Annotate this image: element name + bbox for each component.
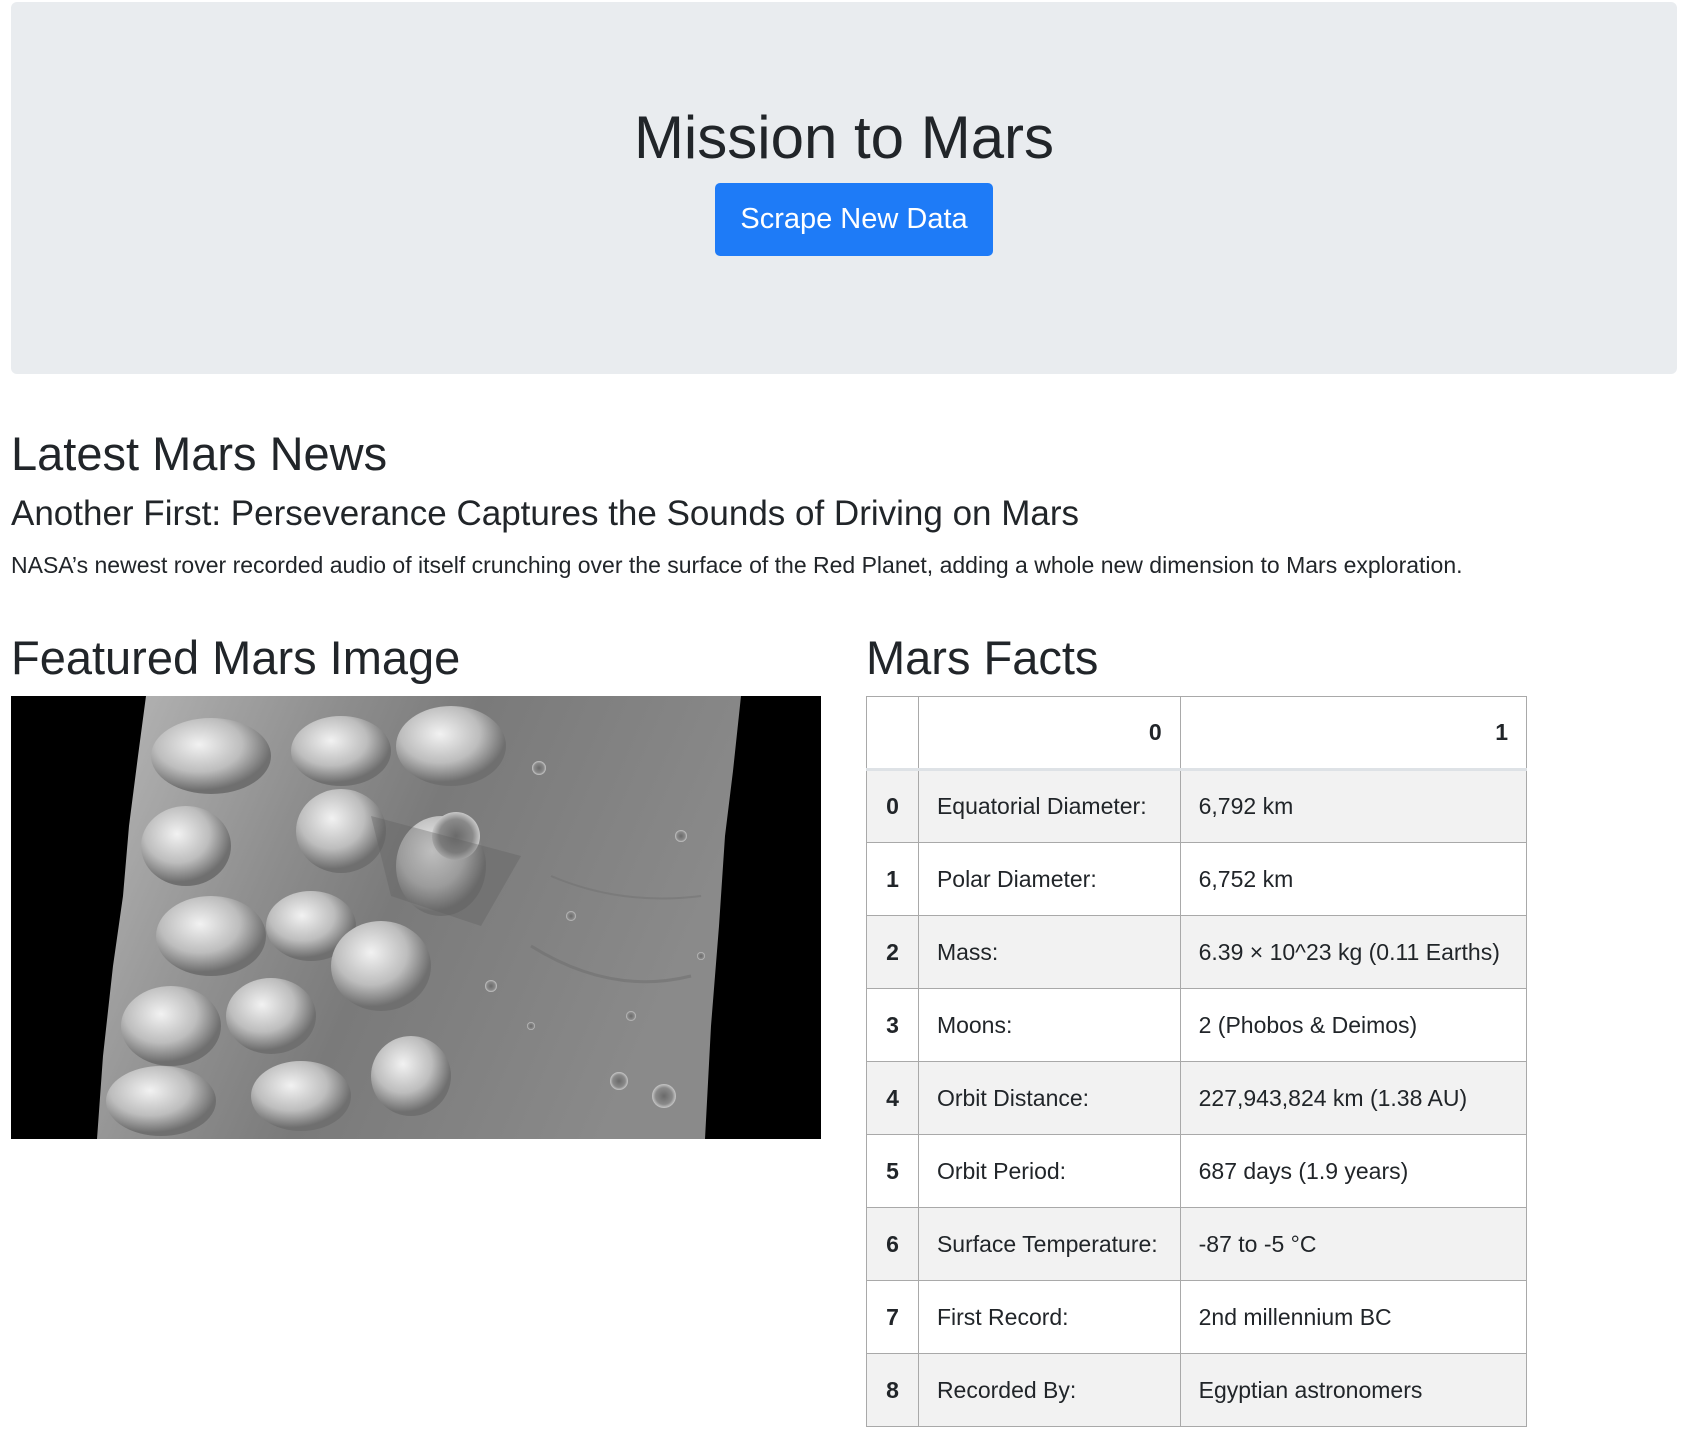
table-row: 4 Orbit Distance: 227,943,824 km (1.38 A… xyxy=(866,1061,1528,1135)
page-title: Mission to Mars xyxy=(633,104,1055,171)
latest-news-heading: Latest Mars News xyxy=(11,427,388,480)
fact-value: -87 to -5 °C xyxy=(1179,1207,1528,1281)
news-teaser: NASA’s newest rover recorded audio of it… xyxy=(11,552,1463,578)
row-index: 4 xyxy=(866,1061,919,1135)
table-row: 5 Orbit Period: 687 days (1.9 years) xyxy=(866,1134,1528,1208)
table-row: 6 Surface Temperature: -87 to -5 °C xyxy=(866,1207,1528,1281)
column-header-index xyxy=(866,696,919,771)
row-index: 8 xyxy=(866,1353,919,1427)
table-row: 7 First Record: 2nd millennium BC xyxy=(866,1280,1528,1354)
fact-value: 6,752 km xyxy=(1179,842,1528,916)
row-index: 5 xyxy=(866,1134,919,1208)
fact-value: 2 (Phobos & Deimos) xyxy=(1179,988,1528,1062)
fact-label: Surface Temperature: xyxy=(917,1207,1181,1281)
mars-facts-table: 0 1 0 Equatorial Diameter: 6,792 km 1 Po… xyxy=(866,696,1528,1427)
fact-value: 6.39 × 10^23 kg (0.11 Earths) xyxy=(1179,915,1528,989)
row-index: 7 xyxy=(866,1280,919,1354)
table-row: 8 Recorded By: Egyptian astronomers xyxy=(866,1353,1528,1427)
fact-value: Egyptian astronomers xyxy=(1179,1353,1528,1427)
featured-image-heading: Featured Mars Image xyxy=(11,631,461,684)
column-header-0: 0 xyxy=(917,696,1181,771)
row-index: 1 xyxy=(866,842,919,916)
mars-facts-heading: Mars Facts xyxy=(866,631,1099,684)
table-row: 0 Equatorial Diameter: 6,792 km xyxy=(866,769,1528,843)
scrape-new-data-button[interactable]: Scrape New Data xyxy=(715,183,993,256)
fact-label: Equatorial Diameter: xyxy=(917,769,1181,843)
fact-label: Mass: xyxy=(917,915,1181,989)
news-title: Another First: Perseverance Captures the… xyxy=(11,494,1079,533)
jumbotron-header: Mission to Mars Scrape New Data xyxy=(11,2,1677,374)
table-row: 2 Mass: 6.39 × 10^23 kg (0.11 Earths) xyxy=(866,915,1528,989)
row-index: 6 xyxy=(866,1207,919,1281)
fact-value: 6,792 km xyxy=(1179,769,1528,843)
featured-mars-image xyxy=(11,696,821,1139)
fact-label: Orbit Period: xyxy=(917,1134,1181,1208)
fact-value: 2nd millennium BC xyxy=(1179,1280,1528,1354)
table-header-row: 0 1 xyxy=(866,696,1528,771)
fact-value: 227,943,824 km (1.38 AU) xyxy=(1179,1061,1528,1135)
row-index: 2 xyxy=(866,915,919,989)
table-row: 3 Moons: 2 (Phobos & Deimos) xyxy=(866,988,1528,1062)
table-row: 1 Polar Diameter: 6,752 km xyxy=(866,842,1528,916)
fact-label: First Record: xyxy=(917,1280,1181,1354)
fact-label: Recorded By: xyxy=(917,1353,1181,1427)
fact-label: Polar Diameter: xyxy=(917,842,1181,916)
row-index: 0 xyxy=(866,769,919,843)
fact-label: Orbit Distance: xyxy=(917,1061,1181,1135)
fact-value: 687 days (1.9 years) xyxy=(1179,1134,1528,1208)
row-index: 3 xyxy=(866,988,919,1062)
column-header-1: 1 xyxy=(1179,696,1528,771)
mars-terrain-image xyxy=(11,696,821,1139)
fact-label: Moons: xyxy=(917,988,1181,1062)
